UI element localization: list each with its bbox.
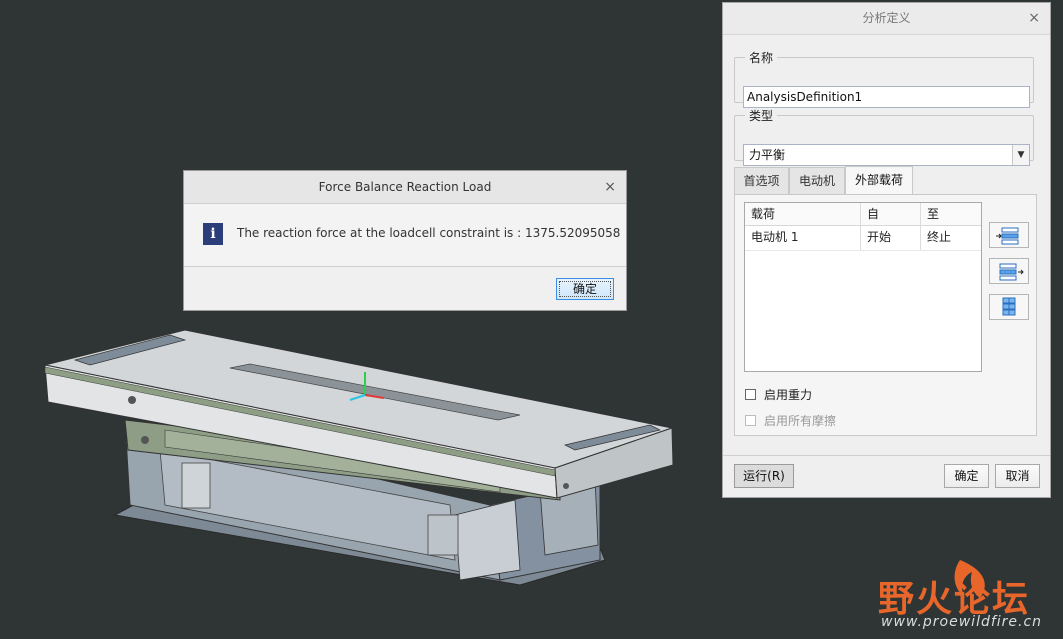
divider [723,455,1050,456]
grid-button[interactable] [989,294,1029,320]
tab-preferences[interactable]: 首选项 [734,167,789,194]
panel-title-bar[interactable]: 分析定义 × [723,3,1050,35]
column-header-to[interactable]: 至 [921,203,981,225]
run-button[interactable]: 运行(R) [734,464,794,488]
grid-icon [1002,297,1016,316]
info-icon: i [203,223,223,245]
cancel-button[interactable]: 取消 [995,464,1040,488]
cell-to[interactable]: 终止 [921,226,981,250]
external-loads-tab-content: 载荷 自 至 电动机 1 开始 终止 启用重力 启用所有摩擦 [734,194,1037,436]
enable-gravity-checkbox[interactable]: 启用重力 [745,386,812,403]
loads-table: 载荷 自 至 电动机 1 开始 终止 [744,202,982,372]
checkbox-box[interactable] [745,389,756,400]
insert-row-button[interactable] [989,222,1029,248]
reaction-load-dialog: Force Balance Reaction Load × i The reac… [183,170,627,311]
loads-table-header: 载荷 自 至 [745,203,981,226]
column-header-from[interactable]: 自 [861,203,921,225]
enable-friction-checkbox: 启用所有摩擦 [745,412,836,429]
close-icon[interactable]: × [604,171,616,203]
dialog-title-bar[interactable]: Force Balance Reaction Load × [184,171,626,204]
dialog-title: Force Balance Reaction Load [318,180,492,194]
checkbox-box [745,415,756,426]
type-label: 类型 [749,109,774,123]
ok-button[interactable]: 确定 [944,464,989,488]
watermark-url: www.proewildfire.cn [881,614,1043,630]
cell-from[interactable]: 开始 [861,226,921,250]
analysis-definition-panel: 分析定义 × 名称 AnalysisDefinition1 类型 力平衡 ▼ 首… [722,2,1051,498]
dialog-body: i The reaction force at the loadcell con… [184,204,626,267]
reaction-force-message: The reaction force at the loadcell const… [237,226,621,240]
tab-external-loads[interactable]: 外部载荷 [845,166,913,195]
name-group: 名称 AnalysisDefinition1 [734,49,1034,108]
name-label: 名称 [749,51,774,65]
close-icon[interactable]: × [1028,3,1040,34]
tab-motors[interactable]: 电动机 [789,167,845,194]
cell-load[interactable]: 电动机 1 [745,226,861,250]
append-row-button[interactable] [989,258,1029,284]
insert-row-icon [996,227,1019,245]
enable-gravity-label: 启用重力 [764,388,813,402]
enable-friction-label: 启用所有摩擦 [764,414,837,428]
type-select-value: 力平衡 [749,148,786,162]
table-row[interactable]: 电动机 1 开始 终止 [745,226,981,251]
column-header-load[interactable]: 载荷 [745,203,861,225]
ok-button[interactable]: 确定 [556,278,614,300]
panel-title: 分析定义 [862,11,911,25]
type-group: 类型 力平衡 ▼ [734,107,1034,166]
append-row-icon [999,263,1024,281]
name-input[interactable]: AnalysisDefinition1 [743,86,1030,108]
type-select[interactable]: 力平衡 ▼ [743,144,1030,166]
chevron-down-icon[interactable]: ▼ [1012,145,1029,165]
